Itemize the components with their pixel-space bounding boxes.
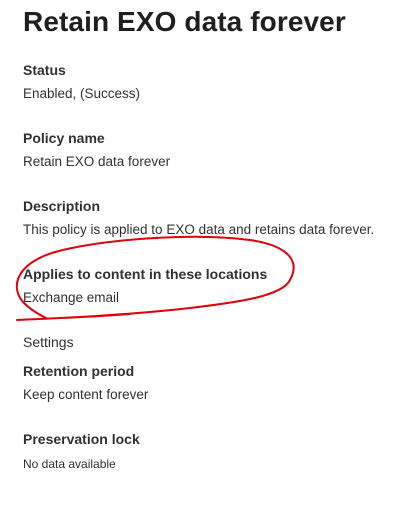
page-title: Retain EXO data forever (23, 6, 346, 37)
retention-period-label: Retention period (23, 363, 135, 379)
description-label: Description (23, 198, 101, 214)
status-label: Status (23, 62, 66, 78)
settings-heading: Settings (23, 334, 74, 350)
locations-value: Exchange email (23, 290, 120, 305)
locations-label: Applies to content in these locations (23, 266, 268, 282)
description-value: This policy is applied to EXO data and r… (23, 222, 375, 237)
retention-period-value: Keep content forever (23, 387, 149, 402)
preservation-lock-label: Preservation lock (23, 431, 140, 447)
status-value: Enabled, (Success) (23, 86, 141, 101)
policy-name-value: Retain EXO data forever (23, 154, 171, 169)
preservation-lock-value: No data available (23, 457, 116, 471)
policy-name-label: Policy name (23, 130, 105, 146)
